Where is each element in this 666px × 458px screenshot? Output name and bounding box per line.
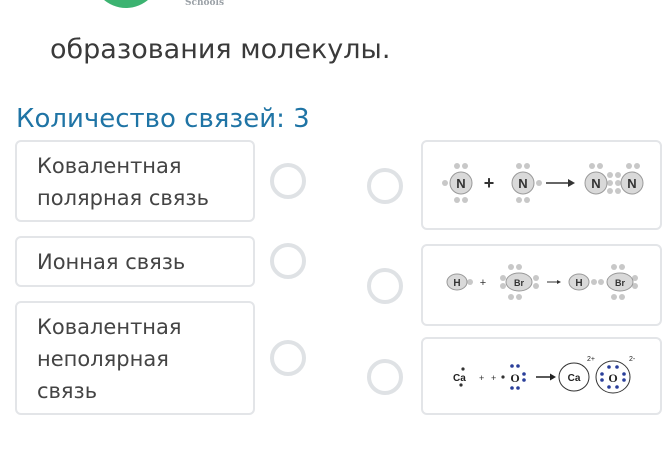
svg-text:+: + <box>491 373 496 383</box>
bond-count-label: Количество связей: 3 <box>16 104 310 134</box>
atom-n-label: N <box>591 176 600 191</box>
diagram-card-cao[interactable]: Ca + + O Ca 2+ O 2- <box>421 337 662 415</box>
cao-formation-diagram: Ca + + O Ca 2+ O 2- <box>453 356 636 394</box>
svg-text:+: + <box>484 173 495 193</box>
svg-text:+: + <box>479 373 484 383</box>
diagram-card-hbr[interactable]: H Br H Br + <box>421 244 662 326</box>
ion-ca-label: Ca <box>568 373 581 384</box>
term-covalent-polar[interactable]: Ковалентная полярная связь <box>15 140 255 222</box>
ion-o-charge: 2- <box>629 356 636 363</box>
brand-logo <box>92 0 160 8</box>
svg-text:+: + <box>480 277 486 289</box>
atom-n-label: N <box>456 176 465 191</box>
right-connector-3[interactable] <box>367 359 403 395</box>
term-ionic[interactable]: Ионная связь <box>15 236 255 287</box>
logo-caption: Schools <box>185 0 225 8</box>
left-connector-1[interactable] <box>270 163 306 199</box>
term-label: Ионная связь <box>37 250 186 274</box>
atom-o-label: O <box>510 371 519 385</box>
atom-n-label: N <box>627 176 636 191</box>
hbr-formation-diagram: H Br H Br + <box>446 264 638 300</box>
left-connector-3[interactable] <box>270 340 306 376</box>
atom-br-label: Br <box>615 278 625 288</box>
term-label: Ковалентная полярная связь <box>37 154 209 210</box>
left-connector-2[interactable] <box>270 243 306 279</box>
atom-ca-label: Ca <box>453 373 466 384</box>
ion-o-label: O <box>608 371 617 385</box>
atom-h-label: H <box>575 278 582 289</box>
right-connector-2[interactable] <box>367 268 403 304</box>
atom-h-label: H <box>453 278 460 289</box>
right-connector-1[interactable] <box>367 168 403 204</box>
atom-br-label: Br <box>514 278 524 288</box>
n2-formation-diagram: N N N N + <box>442 163 644 203</box>
ion-ca-charge: 2+ <box>587 356 595 363</box>
atom-n-label: N <box>518 176 527 191</box>
term-label: Ковалентная неполярная связь <box>37 315 182 403</box>
question-text: образования молекулы. <box>50 34 391 65</box>
term-covalent-nonpolar[interactable]: Ковалентная неполярная связь <box>15 301 255 415</box>
diagram-card-n2[interactable]: N N N N + <box>421 140 662 230</box>
